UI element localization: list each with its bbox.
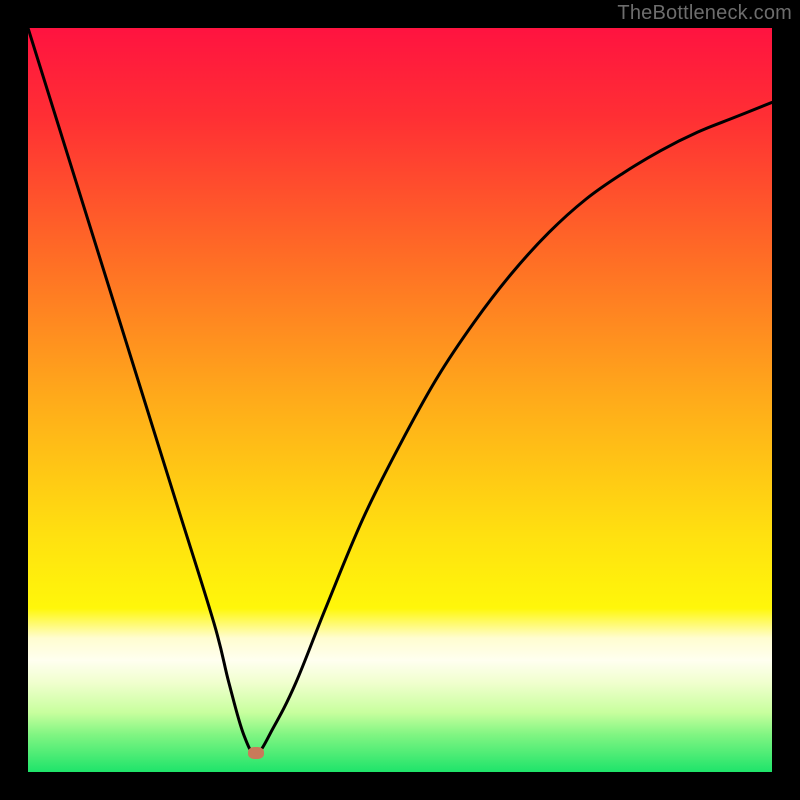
bottleneck-curve (28, 28, 772, 772)
minimum-marker-icon (248, 747, 264, 759)
watermark-label: TheBottleneck.com (617, 2, 792, 25)
plot-area (28, 28, 772, 772)
chart-frame: TheBottleneck.com (0, 0, 800, 800)
